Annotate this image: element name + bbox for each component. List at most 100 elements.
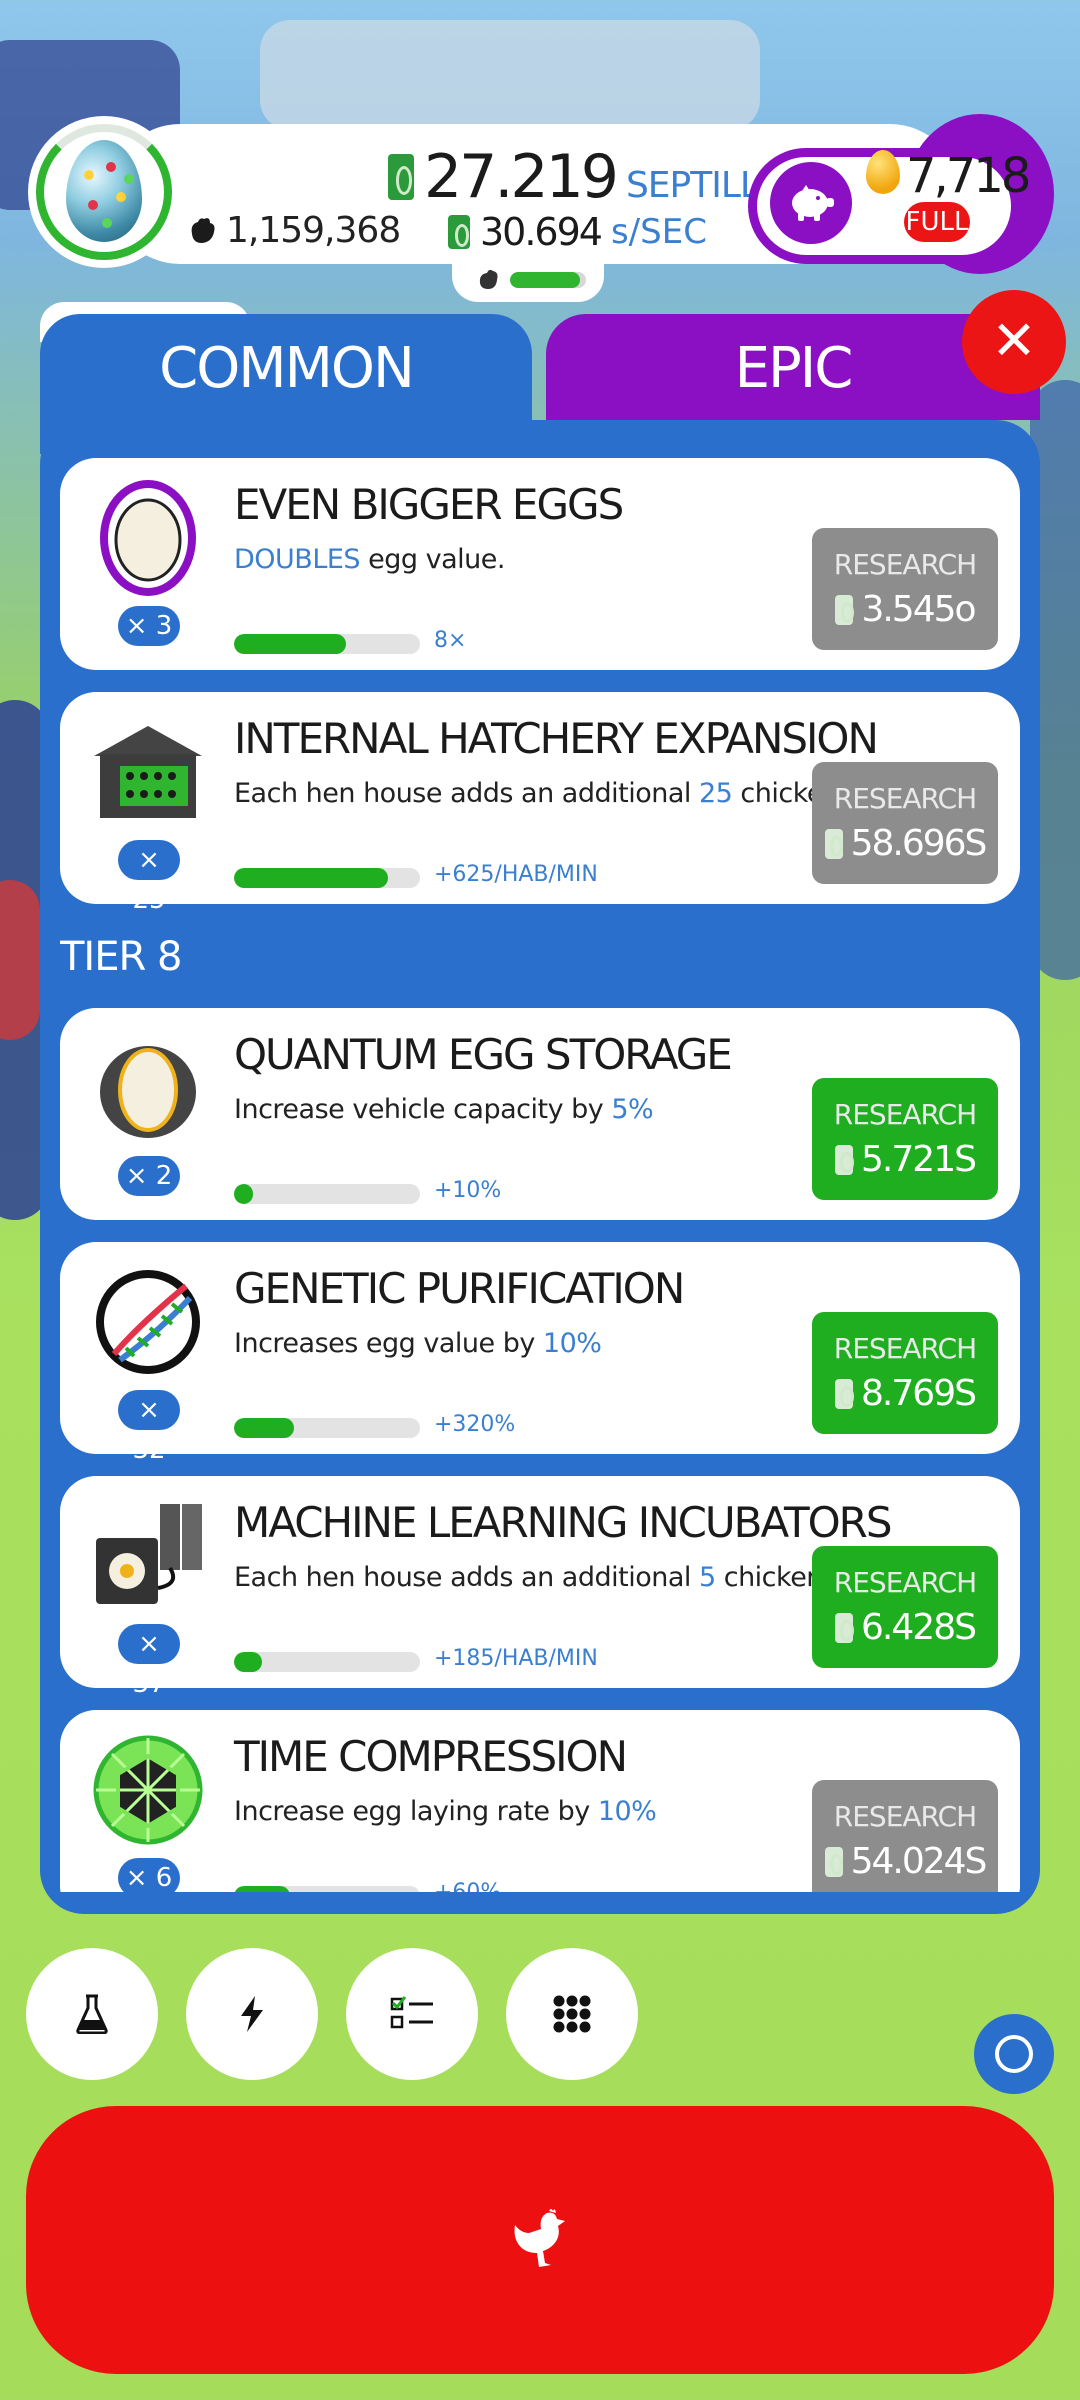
tier-heading: TIER 8: [60, 934, 182, 980]
menu-button[interactable]: [506, 1948, 638, 2080]
research-button[interactable]: RESEARCH 6.428S: [812, 1546, 998, 1668]
close-button[interactable]: ✕: [962, 290, 1066, 394]
missions-button[interactable]: [346, 1948, 478, 2080]
chicken-count-value: 1,159,368: [226, 210, 401, 251]
quantum-egg-icon: [90, 1030, 206, 1146]
golden-egg-icon: [866, 150, 900, 194]
research-description: Each hen house adds an additional 25 chi…: [234, 778, 912, 809]
research-progress-label: +320%: [434, 1412, 516, 1437]
chicken-count: 1,159,368: [186, 210, 401, 251]
chicken-icon: [514, 2209, 565, 2267]
research-progress-bar: [234, 1886, 420, 1892]
research-card[interactable]: × 3 EVEN BIGGER EGGS DOUBLES egg value. 8× R…: [60, 458, 1020, 670]
research-card[interactable]: × 25 INTERNAL HATCHERY EXPANSION Each hen …: [60, 692, 1020, 915]
research-card[interactable]: × 32 GENETIC PURIFICATION Increases egg va…: [60, 1242, 1020, 1465]
research-button-label: RESEARCH: [833, 1332, 977, 1365]
chicken-icon: [191, 217, 215, 243]
research-button[interactable]: RESEARCH 54.024S: [812, 1780, 998, 1892]
research-description: Each hen house adds an additional 5 chic…: [234, 1562, 895, 1593]
research-cost: 3.545o: [861, 589, 976, 630]
research-button[interactable]: RESEARCH 3.545o: [812, 528, 998, 650]
research-progress-label: +185/HAB/MIN: [434, 1646, 598, 1671]
research-level-badge: × 32: [118, 1390, 180, 1465]
hatchery-icon: [90, 714, 206, 830]
research-card[interactable]: × 6 TIME COMPRESSION Increase egg laying r…: [60, 1710, 1020, 1892]
research-progress-label: +60%: [434, 1880, 501, 1892]
grid-menu-icon: [553, 1995, 591, 2033]
tab-common-label: COMMON: [159, 336, 415, 401]
chick-icon: [479, 269, 498, 289]
research-button-label: RESEARCH: [833, 782, 977, 815]
egg-icon: [90, 480, 206, 596]
research-level-badge: × 25: [118, 840, 180, 915]
research-cost: 58.696S: [850, 823, 988, 864]
research-level-badge: × 2: [118, 1156, 180, 1196]
research-title: QUANTUM EGG STORAGE: [234, 1030, 733, 1079]
research-progress-bar: [234, 1184, 420, 1204]
research-title: TIME COMPRESSION: [234, 1732, 628, 1781]
research-button-label: RESEARCH: [833, 1098, 977, 1131]
research-button-label: RESEARCH: [833, 1566, 977, 1599]
piggy-bank-icon: [792, 185, 834, 221]
research-progress-bar: [234, 1418, 420, 1438]
research-list[interactable]: × 3 EVEN BIGGER EGGS DOUBLES egg value. 8× R…: [60, 458, 1020, 1892]
cash-icon: [835, 1144, 854, 1175]
research-level-badge: × 3: [118, 606, 180, 646]
tab-epic-label: EPIC: [734, 336, 854, 401]
lightning-icon: [241, 1996, 263, 2032]
boosts-button[interactable]: [186, 1948, 318, 2080]
money-value: 27.219: [424, 142, 619, 212]
research-progress-bar: [234, 868, 420, 888]
research-progress-label: +625/HAB/MIN: [434, 862, 598, 887]
rate-unit: s/SEC: [610, 212, 707, 252]
cash-icon: [835, 1378, 854, 1409]
research-button[interactable]: RESEARCH 8.769S: [812, 1312, 998, 1434]
drone-progress-bar: [510, 272, 586, 288]
incubator-icon: [90, 1498, 206, 1614]
cash-icon: [388, 154, 414, 200]
golden-egg-count: 7,718: [906, 148, 1031, 204]
research-card[interactable]: × 37 MACHINE LEARNING INCUBATORS Each hen …: [60, 1476, 1020, 1699]
research-progress-label: +10%: [434, 1178, 502, 1203]
dna-icon: [90, 1264, 206, 1380]
research-title: MACHINE LEARNING INCUBATORS: [234, 1498, 893, 1547]
rate-value: 30.694: [480, 210, 603, 254]
research-description: Increases egg value by 10%: [234, 1328, 602, 1359]
checklist-icon: [390, 1996, 433, 2029]
research-button[interactable]: RESEARCH 5.721S: [812, 1078, 998, 1200]
background-building: [260, 20, 760, 130]
research-cost: 6.428S: [861, 1607, 977, 1648]
research-title: INTERNAL HATCHERY EXPANSION: [234, 714, 879, 763]
cash-icon: [824, 1846, 844, 1877]
research-description: DOUBLES egg value.: [234, 544, 505, 575]
research-cost: 8.769S: [861, 1373, 977, 1414]
research-button-label: RESEARCH: [833, 1800, 977, 1833]
research-progress-bar: [234, 634, 420, 654]
hatch-chicken-button[interactable]: [26, 2106, 1054, 2374]
camera-toggle-button[interactable]: [974, 2014, 1054, 2094]
cash-icon: [835, 1612, 854, 1643]
drone-progress: [452, 258, 604, 302]
piggy-bank-button[interactable]: [770, 162, 852, 244]
research-progress-bar: [234, 1652, 420, 1672]
flask-icon: [76, 1994, 108, 2034]
research-description: Increase vehicle capacity by 5%: [234, 1094, 654, 1125]
research-level-badge: × 37: [118, 1624, 180, 1699]
research-cost: 54.024S: [850, 1841, 988, 1882]
research-card[interactable]: × 2 QUANTUM EGG STORAGE Increase vehicle c…: [60, 1008, 1020, 1220]
background-building: [0, 880, 40, 1040]
research-title: EVEN BIGGER EGGS: [234, 480, 624, 529]
cash-icon: [448, 215, 470, 249]
research-level-badge: × 6: [118, 1858, 180, 1892]
time-compression-icon: [90, 1732, 206, 1848]
research-lab-button[interactable]: [26, 1948, 158, 2080]
research-progress-label: 8×: [434, 628, 467, 653]
research-button[interactable]: RESEARCH 58.696S: [812, 762, 998, 884]
research-button-label: RESEARCH: [833, 548, 977, 581]
research-cost: 5.721S: [861, 1139, 977, 1180]
ring-icon: [995, 2035, 1033, 2073]
cash-icon: [824, 828, 844, 859]
piggy-full-badge: FULL: [904, 202, 970, 242]
research-title: GENETIC PURIFICATION: [234, 1264, 685, 1313]
tab-common[interactable]: COMMON: [40, 314, 532, 454]
